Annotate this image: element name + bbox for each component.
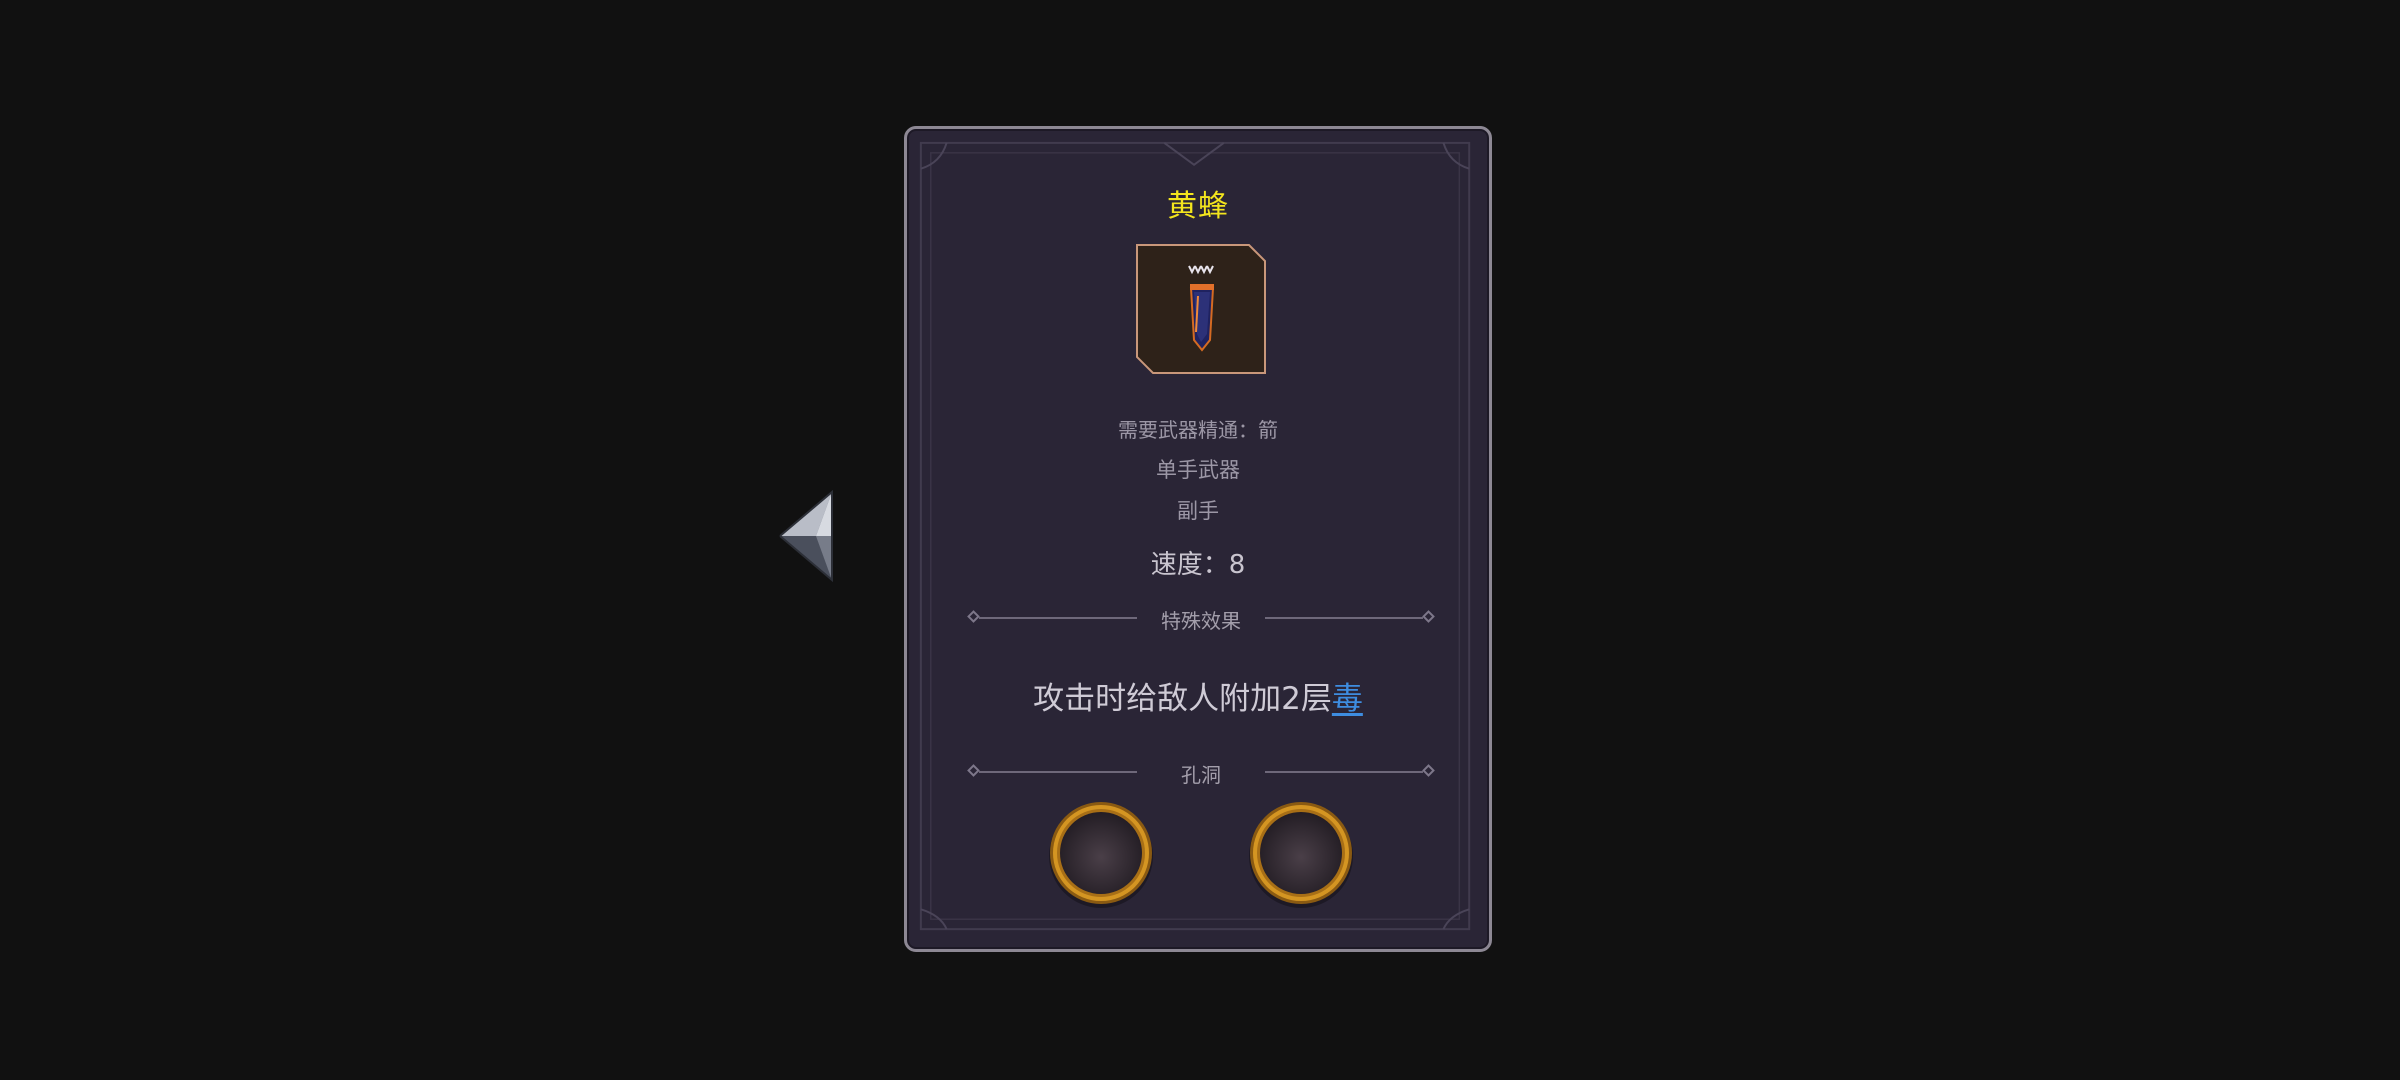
- item-name: 黄蜂: [1167, 189, 1229, 224]
- quiver-arrows-icon: [1136, 244, 1266, 374]
- item-icon-slot[interactable]: [1136, 244, 1266, 374]
- weapon-mastery-requirement: 需要武器精通：箭: [1118, 418, 1278, 442]
- equip-slot: 副手: [1177, 499, 1219, 523]
- empty-socket-icon[interactable]: [1246, 799, 1356, 909]
- game-screen: 黄蜂 需要武器精通：箭 单手武器 副手 速度：8 特殊效果 攻击时给敌人附加2层…: [0, 0, 2400, 1080]
- effect-text: 攻击时给敌人附加2层: [1033, 681, 1332, 717]
- sockets-label: 孔洞: [1181, 763, 1221, 787]
- back-arrow-gem-icon[interactable]: [778, 490, 844, 582]
- special-effects-divider: 特殊效果: [967, 603, 1435, 633]
- speed-stat: 速度：8: [1150, 550, 1246, 580]
- sockets-divider: 孔洞: [967, 757, 1435, 787]
- special-effects-label: 特殊效果: [1161, 609, 1241, 633]
- item-tooltip-card: 黄蜂 需要武器精通：箭 单手武器 副手 速度：8 特殊效果 攻击时给敌人附加2层…: [904, 126, 1492, 952]
- effect-description: 攻击时给敌人附加2层毒: [907, 673, 1489, 718]
- empty-socket-icon[interactable]: [1046, 799, 1156, 909]
- poison-keyword-link[interactable]: 毒: [1332, 681, 1363, 717]
- hand-type: 单手武器: [1156, 458, 1240, 482]
